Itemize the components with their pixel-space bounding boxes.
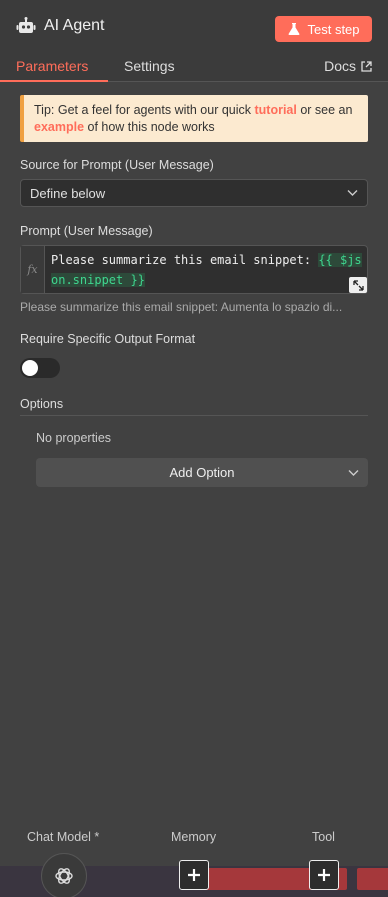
plus-icon [188, 869, 200, 881]
chevron-down-icon [348, 470, 359, 476]
robot-icon [16, 17, 36, 33]
plus-icon [318, 869, 330, 881]
tool-label: Tool [312, 830, 335, 844]
add-memory-button[interactable] [179, 860, 209, 890]
output-format-label: Require Specific Output Format [20, 332, 196, 346]
title-row: AI Agent [16, 16, 105, 36]
tip-prefix: Tip: Get a feel for agents with our quic… [34, 103, 255, 117]
expand-icon [352, 279, 364, 291]
panel-header: AI Agent Test step Parameters Settings D… [0, 0, 388, 82]
chat-model-label: Chat Model * [27, 830, 100, 844]
test-step-label: Test step [307, 21, 360, 37]
prompt-label: Prompt (User Message) [20, 224, 153, 238]
memory-label: Memory [171, 830, 217, 844]
tip-middle: or see an [296, 103, 353, 117]
canvas-node-fragment [357, 868, 388, 890]
docs-link[interactable]: Docs [324, 58, 372, 74]
prompt-preview: Please summarize this email snippet: Aum… [20, 300, 343, 314]
source-prompt-select[interactable]: Define below [20, 179, 368, 207]
prompt-text[interactable]: Please summarize this email snippet: {{ … [51, 250, 363, 290]
tip-callout: Tip: Get a feel for agents with our quic… [20, 95, 368, 142]
openai-icon [55, 868, 73, 884]
active-tab-indicator [0, 80, 108, 82]
source-prompt-value: Define below [30, 186, 106, 201]
tab-parameters[interactable]: Parameters [16, 58, 88, 74]
add-tool-button[interactable] [309, 860, 339, 890]
fx-icon: fx [21, 246, 45, 293]
add-option-label: Add Option [169, 465, 235, 480]
source-prompt-label: Source for Prompt (User Message) [20, 158, 214, 172]
tab-bar: Parameters Settings Docs [0, 55, 388, 82]
output-format-toggle[interactable] [20, 358, 60, 378]
tutorial-link[interactable]: tutorial [254, 103, 296, 117]
docs-label: Docs [324, 58, 356, 74]
example-link[interactable]: example [34, 120, 84, 134]
node-title: AI Agent [44, 17, 105, 34]
tab-settings[interactable]: Settings [124, 58, 175, 74]
tip-suffix: of how this node works [84, 120, 215, 134]
options-divider [20, 415, 368, 416]
test-step-button[interactable]: Test step [275, 16, 372, 42]
prompt-editor[interactable]: fx Please summarize this email snippet: … [20, 245, 368, 294]
toggle-knob [22, 360, 38, 376]
chat-model-connector[interactable] [41, 853, 87, 897]
external-link-icon [361, 60, 372, 72]
options-title: Options [20, 397, 64, 411]
prompt-static-text: Please summarize this email snippet: [51, 253, 319, 267]
flask-icon [289, 23, 300, 35]
expand-editor-button[interactable] [349, 277, 367, 293]
no-properties-text: No properties [36, 431, 112, 445]
add-option-button[interactable]: Add Option [36, 458, 368, 487]
chevron-down-icon [347, 190, 358, 196]
node-details-panel: AI Agent Test step Parameters Settings D… [0, 0, 388, 897]
